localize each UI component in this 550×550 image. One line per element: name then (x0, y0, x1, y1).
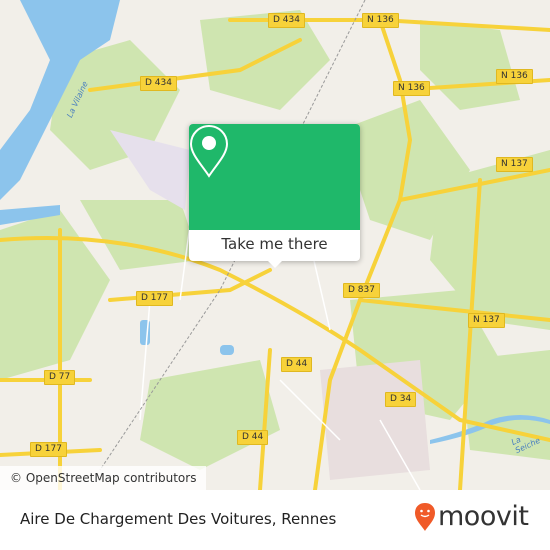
road-label: N 137 (468, 313, 505, 328)
take-me-there-button[interactable]: Take me there (189, 230, 360, 261)
road-label: N 136 (393, 81, 430, 96)
road-label: D 177 (136, 291, 173, 306)
moovit-pin-icon (415, 502, 435, 531)
popup: Take me there (189, 124, 360, 268)
place-name: Aire De Chargement Des Voitures, Rennes (20, 510, 337, 528)
road-label: D 177 (30, 442, 67, 457)
moovit-logo[interactable]: moovit (414, 501, 529, 532)
road-label: D 434 (140, 76, 177, 91)
brand-name: moovit (438, 501, 529, 532)
footer: Aire De Chargement Des Voitures, Rennes … (0, 490, 550, 550)
popup-header (189, 124, 360, 230)
road-label: D 77 (44, 370, 76, 385)
location-pin-icon (189, 124, 229, 178)
road-label: D 44 (237, 430, 269, 445)
road-label: N 136 (496, 69, 533, 84)
road-label: D 837 (343, 283, 380, 298)
map[interactable]: D 434 N 136 N 136 N 136 D 434 N 137 D 17… (0, 0, 550, 490)
road-label: N 137 (496, 157, 533, 172)
road-label: D 34 (385, 392, 417, 407)
attribution[interactable]: © OpenStreetMap contributors (0, 466, 207, 490)
road-label: D 44 (281, 357, 313, 372)
road-label: N 136 (362, 13, 399, 28)
popup-pointer (267, 260, 283, 268)
road-label: D 434 (268, 13, 305, 28)
